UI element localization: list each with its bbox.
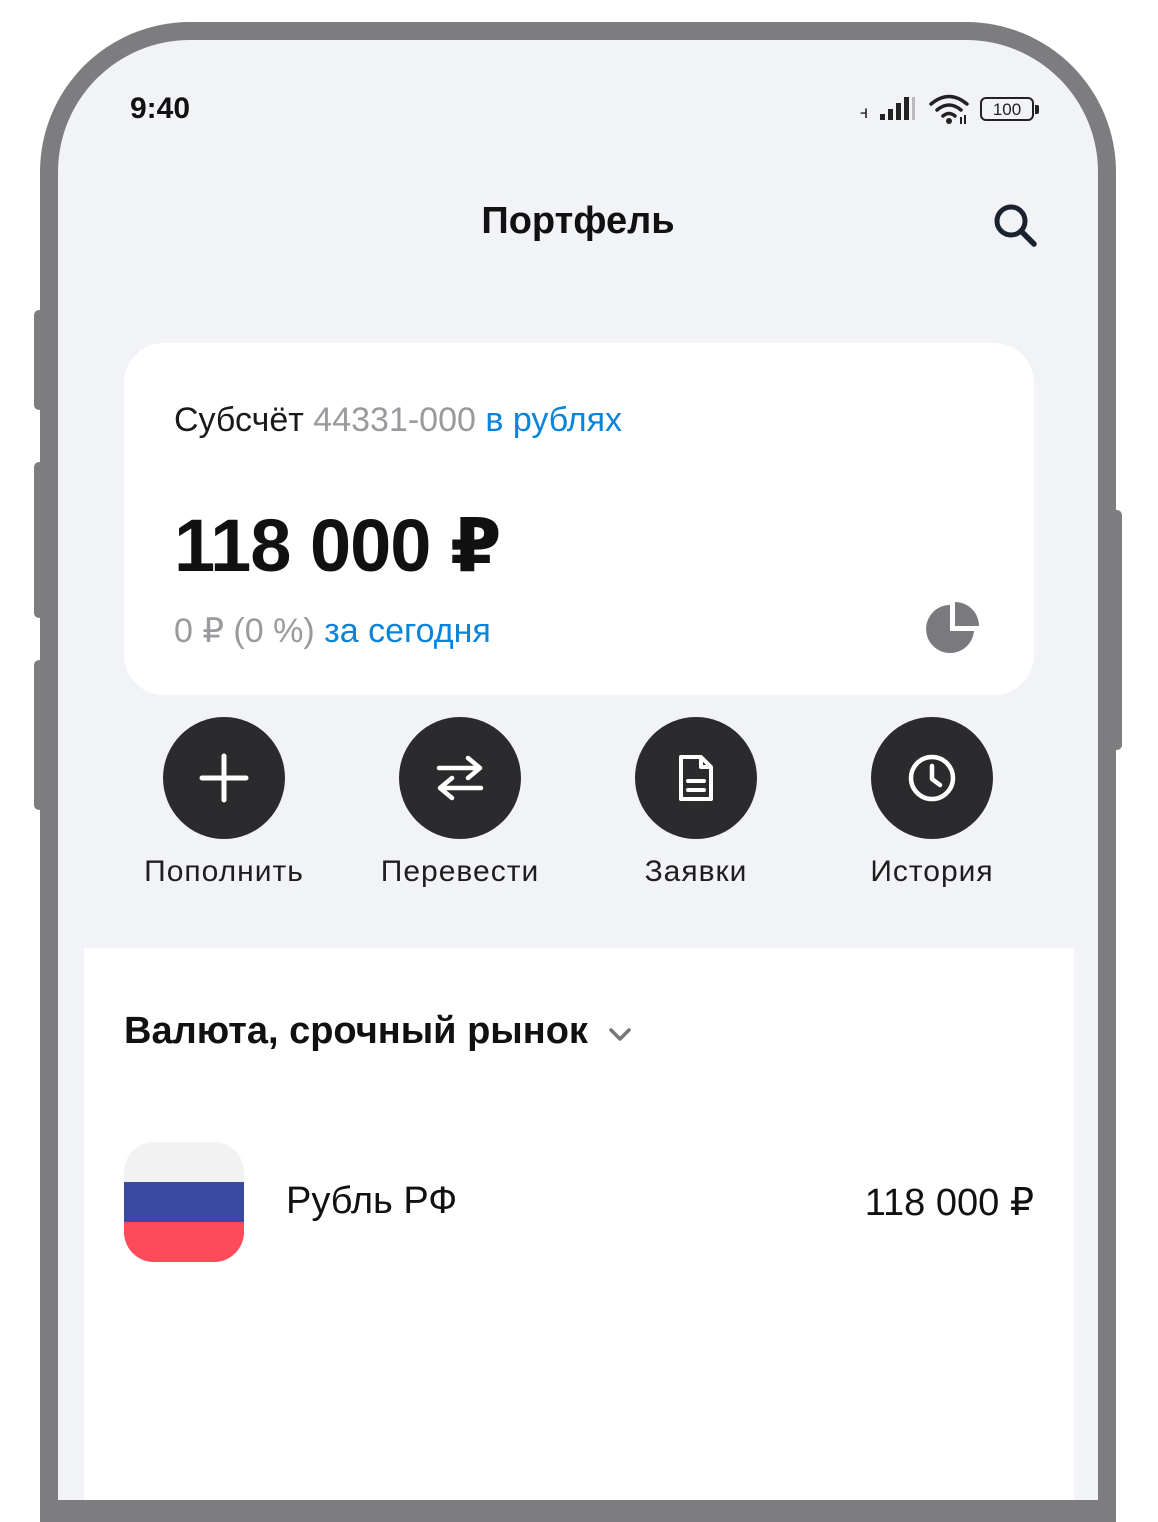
account-balance: 118 000 ₽ bbox=[174, 504, 501, 587]
change-value: 0 ₽ (0 %) bbox=[174, 612, 315, 650]
action-orders-label: Заявки bbox=[644, 855, 748, 888]
status-bar: 9:40 ꟶ 100 bbox=[58, 40, 1098, 180]
subaccount-label: Субсчёт bbox=[174, 401, 304, 439]
phone-screen: 9:40 ꟶ 100 Портфель Субсчёт 44331-000 в … bbox=[58, 40, 1098, 1500]
subaccount-number: 44331-000 bbox=[313, 401, 476, 439]
currency-link[interactable]: в рублях bbox=[485, 401, 622, 439]
battery-level: 100 bbox=[992, 99, 1022, 119]
svg-text:ꟶ: ꟶ bbox=[860, 102, 868, 123]
action-topup-label: Пополнить bbox=[144, 855, 304, 888]
action-transfer[interactable]: Перевести bbox=[350, 717, 570, 889]
action-transfer-label: Перевести bbox=[380, 855, 540, 888]
status-time: 9:40 bbox=[130, 92, 191, 125]
action-topup[interactable]: Пополнить bbox=[114, 717, 334, 889]
transfer-arrows-icon bbox=[436, 755, 484, 801]
subaccount-line: Субсчёт 44331-000 в рублях bbox=[174, 401, 622, 440]
asset-value: 118 000 ₽ bbox=[864, 1182, 1034, 1224]
action-history-button[interactable] bbox=[871, 717, 993, 839]
change-period-link[interactable]: за сегодня bbox=[324, 612, 491, 650]
daily-change: 0 ₽ (0 %) за сегодня bbox=[174, 611, 491, 651]
action-history[interactable]: История bbox=[822, 717, 1042, 889]
clock-icon bbox=[908, 754, 956, 802]
pie-chart-icon[interactable] bbox=[924, 601, 980, 657]
cellular-signal-icon: ꟶ bbox=[860, 97, 915, 123]
russia-flag-icon bbox=[124, 1142, 244, 1262]
wifi-icon bbox=[929, 94, 969, 124]
chevron-down-icon[interactable] bbox=[606, 1020, 634, 1048]
status-icons: ꟶ 100 bbox=[860, 92, 1039, 126]
plus-icon bbox=[199, 753, 249, 803]
holdings-panel: Валюта, срочный рынок Рубль РФ 118 000 ₽ bbox=[84, 948, 1074, 1500]
section-title[interactable]: Валюта, срочный рынок bbox=[124, 1010, 588, 1053]
action-history-label: История bbox=[870, 855, 994, 888]
account-card[interactable]: Субсчёт 44331-000 в рублях 118 000 ₽ 0 ₽… bbox=[124, 343, 1034, 695]
action-orders[interactable]: Заявки bbox=[586, 717, 806, 889]
page-title: Портфель bbox=[481, 200, 675, 242]
action-topup-button[interactable] bbox=[163, 717, 285, 839]
search-icon[interactable] bbox=[990, 200, 1040, 250]
quick-actions: Пополнить Перевести Заявки История bbox=[58, 717, 1098, 897]
asset-name: Рубль РФ bbox=[286, 1180, 458, 1222]
battery-icon: 100 bbox=[980, 97, 1039, 121]
action-orders-button[interactable] bbox=[635, 717, 757, 839]
document-icon bbox=[679, 755, 713, 801]
action-transfer-button[interactable] bbox=[399, 717, 521, 839]
